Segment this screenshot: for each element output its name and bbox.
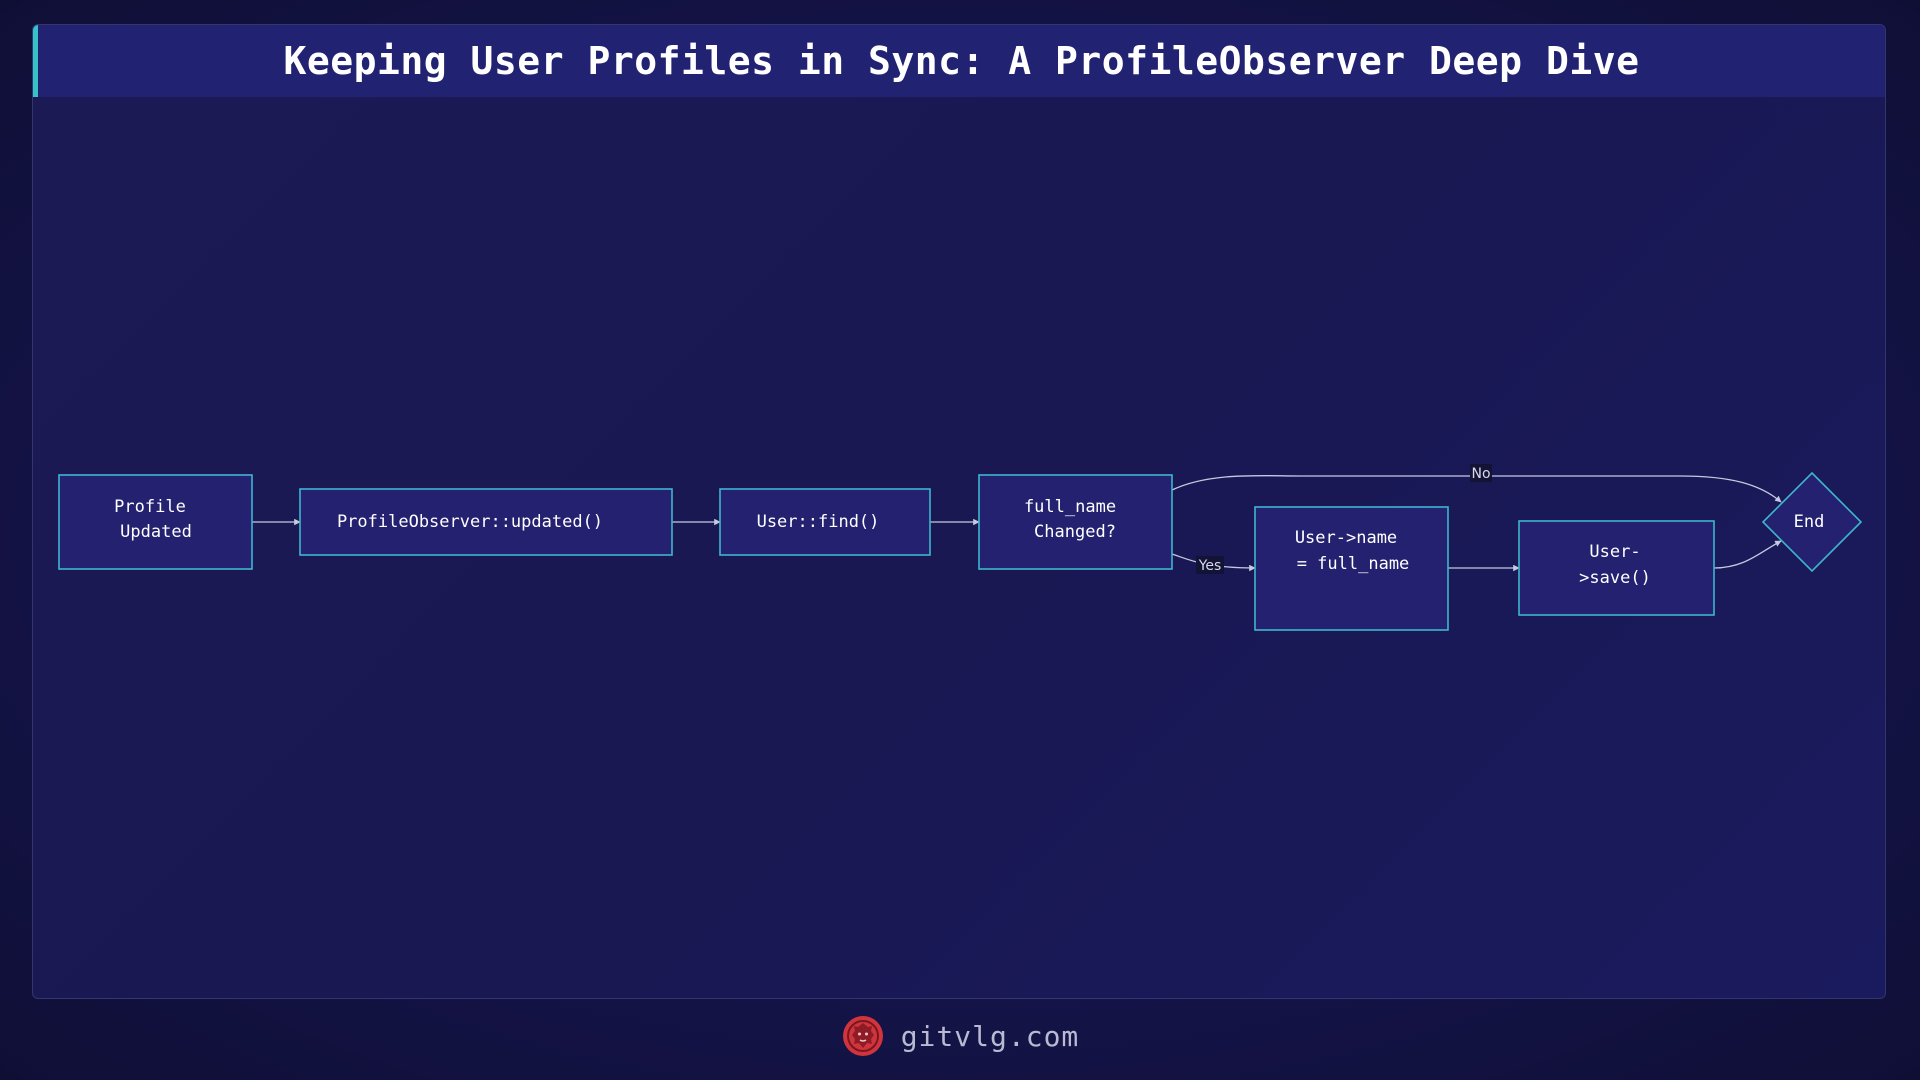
page-title: Keeping User Profiles in Sync: A Profile… <box>283 39 1640 83</box>
footer: gitvlg.com <box>0 1008 1920 1064</box>
title-bar: Keeping User Profiles in Sync: A Profile… <box>33 25 1885 97</box>
footer-site-link[interactable]: gitvlg.com <box>901 1020 1080 1053</box>
diagram-panel: Keeping User Profiles in Sync: A Profile… <box>32 24 1886 999</box>
lion-head-icon <box>842 1016 883 1056</box>
